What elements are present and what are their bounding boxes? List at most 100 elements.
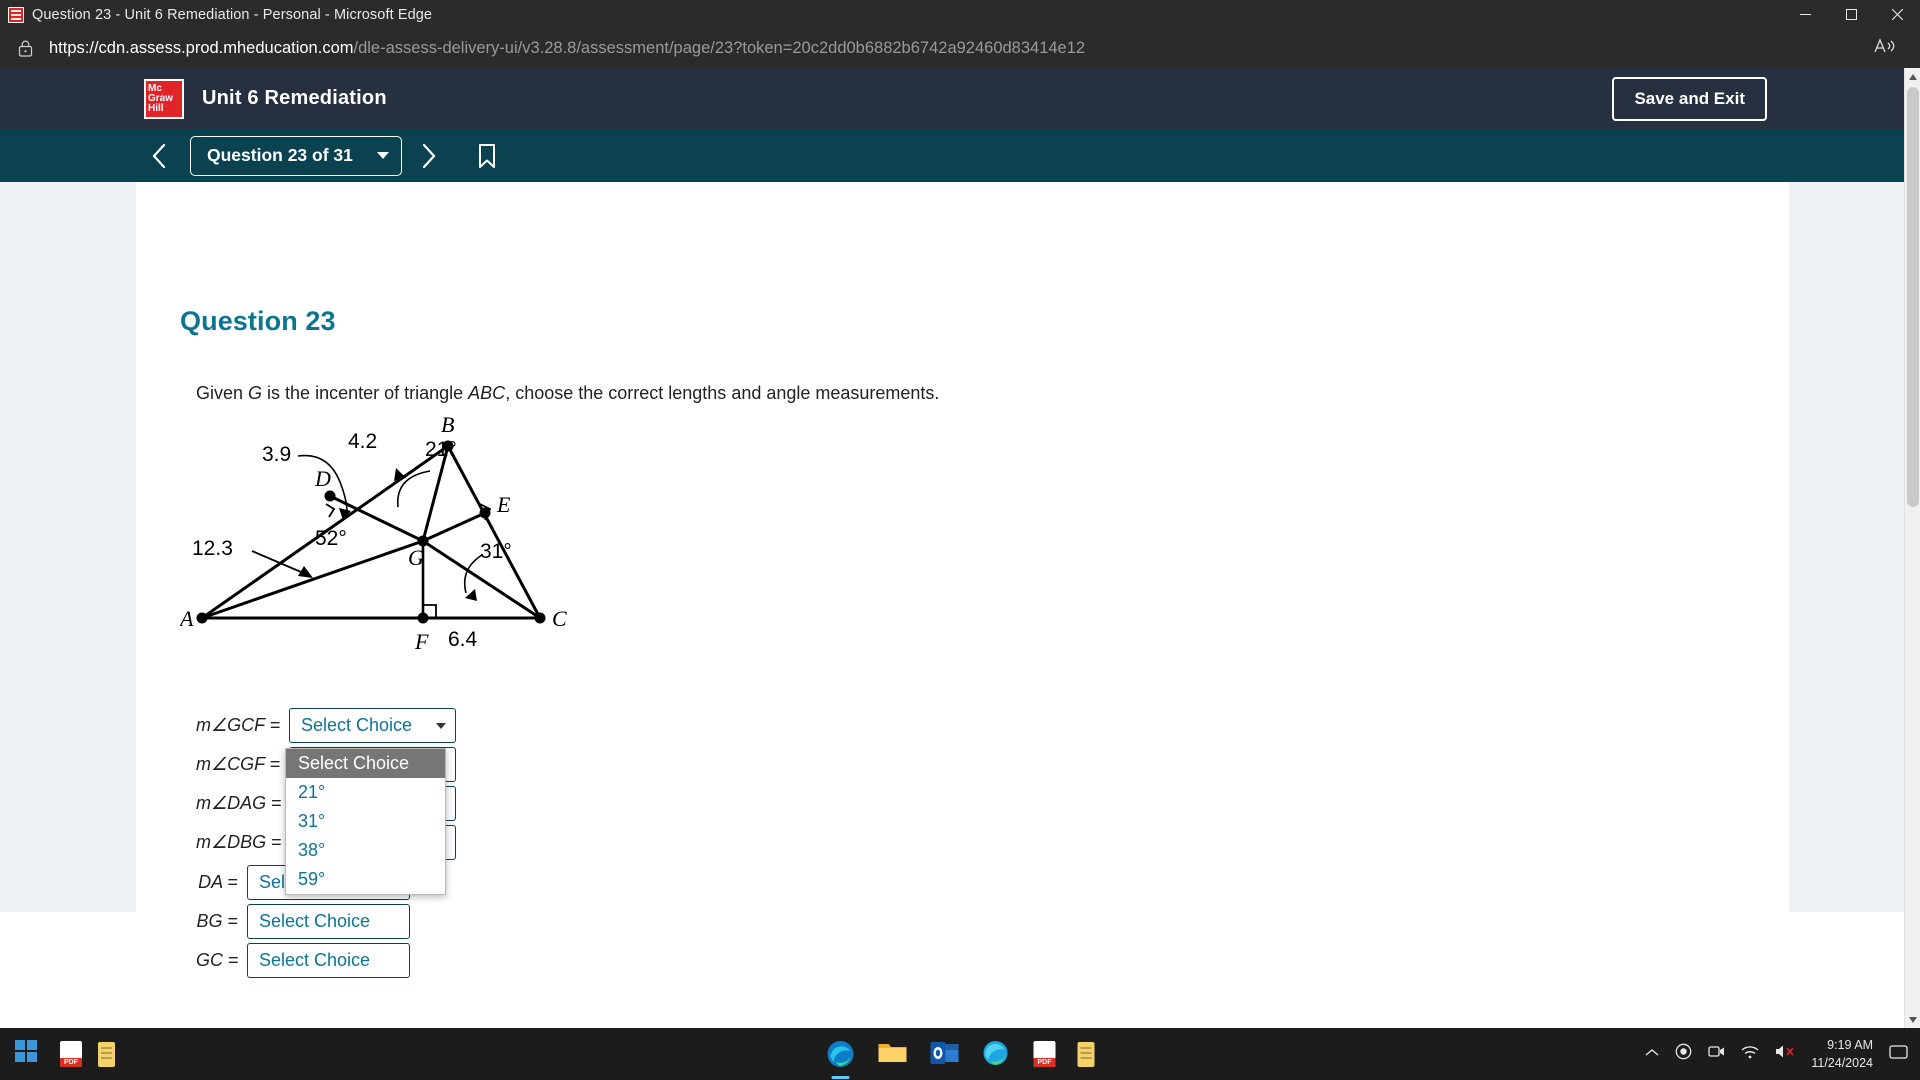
assessment-header: Mc Graw Hill Unit 6 Remediation Save and… bbox=[0, 68, 1904, 129]
select-bg[interactable]: Select Choice bbox=[247, 904, 410, 939]
prompt-var-abc: ABC bbox=[468, 383, 506, 403]
label-C: C bbox=[552, 606, 567, 631]
window-controls bbox=[1782, 0, 1920, 29]
pdf-file-icon-2[interactable] bbox=[1033, 1041, 1056, 1067]
tray-camera-icon[interactable] bbox=[1708, 1044, 1725, 1064]
mcgraw-hill-favicon-icon bbox=[8, 6, 24, 23]
open-dropdown-list[interactable]: Select Choice 21° 31° 38° 59° bbox=[285, 748, 446, 895]
dropdown-option-0[interactable]: Select Choice bbox=[286, 749, 445, 778]
file-explorer-icon[interactable] bbox=[878, 1039, 908, 1069]
question-navigation-bar: Question 23 of 31 bbox=[0, 129, 1904, 182]
clock-time: 9:19 AM bbox=[1827, 1037, 1873, 1052]
measure-31-deg: 31° bbox=[480, 540, 512, 563]
label-B: B bbox=[441, 412, 454, 437]
page-scrollbar[interactable] bbox=[1904, 68, 1920, 1028]
browser-title-bar: Question 23 - Unit 6 Remediation - Perso… bbox=[0, 0, 1920, 29]
dropdown-option-2[interactable]: 31° bbox=[286, 807, 445, 836]
edge-dev-icon[interactable] bbox=[982, 1039, 1012, 1069]
answer-label-bg: BG = bbox=[196, 911, 238, 931]
notes-file-icon[interactable] bbox=[98, 1041, 115, 1067]
question-selector-label: Question 23 of 31 bbox=[207, 145, 353, 165]
minimize-button[interactable] bbox=[1782, 0, 1828, 29]
geometry-diagram: A B C D E F G 3.9 4.2 12.3 52° 21° 31° 6… bbox=[178, 408, 620, 658]
dropdown-option-3[interactable]: 38° bbox=[286, 836, 445, 865]
measure-21-deg: 21° bbox=[425, 438, 457, 461]
chevron-down-icon bbox=[436, 722, 446, 729]
outlook-icon[interactable] bbox=[930, 1039, 960, 1069]
url-path: /dle-assess-delivery-ui/v3.28.8/assessme… bbox=[353, 39, 1086, 57]
browser-address-bar[interactable]: https://cdn.assess.prod.mheducation.com/… bbox=[0, 29, 1920, 68]
windows-taskbar: 9:19 AM 11/24/2024 bbox=[0, 1028, 1920, 1080]
read-aloud-icon[interactable] bbox=[1874, 38, 1898, 59]
measure-12-3: 12.3 bbox=[192, 537, 233, 560]
page-viewport: Mc Graw Hill Unit 6 Remediation Save and… bbox=[0, 68, 1920, 1028]
answer-row-gcf: m∠GCF = Select Choice bbox=[196, 706, 456, 745]
save-and-exit-button[interactable]: Save and Exit bbox=[1612, 76, 1767, 121]
label-D: D bbox=[314, 466, 331, 491]
logo-line-1: Mc bbox=[148, 82, 162, 94]
tray-volume-muted-icon[interactable] bbox=[1775, 1044, 1795, 1064]
next-question-button[interactable] bbox=[406, 136, 452, 176]
taskbar-left-group bbox=[14, 1039, 115, 1069]
select-m-angle-gcf[interactable]: Select Choice bbox=[289, 708, 456, 743]
measure-6-4: 6.4 bbox=[448, 628, 478, 651]
chevron-down-icon bbox=[376, 152, 389, 159]
browser-tab-title: Question 23 - Unit 6 Remediation - Perso… bbox=[32, 6, 433, 23]
tray-chevron-up-icon[interactable] bbox=[1645, 1045, 1659, 1063]
previous-question-button[interactable] bbox=[136, 136, 182, 176]
url-text[interactable]: https://cdn.assess.prod.mheducation.com/… bbox=[49, 39, 1085, 58]
start-button[interactable] bbox=[14, 1039, 44, 1069]
answer-label-gc: GC = bbox=[196, 950, 239, 970]
clock-date: 11/24/2024 bbox=[1811, 1056, 1873, 1070]
prompt-text-1: Given bbox=[196, 383, 249, 403]
triangle-abc-figure: A B C D E F G 3.9 4.2 12.3 52° 21° 31° 6… bbox=[178, 412, 567, 654]
dropdown-option-4[interactable]: 59° bbox=[286, 865, 445, 894]
maximize-button[interactable] bbox=[1828, 0, 1874, 29]
taskbar-clock[interactable]: 9:19 AM 11/24/2024 bbox=[1811, 1036, 1873, 1072]
bookmark-icon[interactable] bbox=[470, 139, 504, 173]
taskbar-app-group bbox=[826, 1039, 1095, 1069]
scroll-up-arrow-icon[interactable] bbox=[1905, 68, 1920, 85]
select-value-gcf: Select Choice bbox=[301, 715, 413, 735]
label-A: A bbox=[180, 606, 194, 631]
label-E: E bbox=[496, 492, 511, 517]
prompt-var-g: G bbox=[248, 383, 263, 403]
tray-record-icon[interactable] bbox=[1675, 1043, 1692, 1065]
question-selector-dropdown[interactable]: Question 23 of 31 bbox=[190, 135, 402, 176]
scrollbar-thumb[interactable] bbox=[1907, 87, 1919, 507]
select-value-gc: Select Choice bbox=[259, 950, 371, 970]
logo-line-3: Hill bbox=[148, 102, 164, 114]
system-tray: 9:19 AM 11/24/2024 bbox=[1645, 1036, 1908, 1072]
pdf-file-icon[interactable] bbox=[60, 1041, 82, 1067]
question-prompt: Given G is the incenter of triangle ABC,… bbox=[196, 381, 939, 406]
assessment-title: Unit 6 Remediation bbox=[202, 87, 387, 109]
label-F: F bbox=[414, 629, 429, 654]
microsoft-edge-icon[interactable] bbox=[826, 1039, 856, 1069]
select-value-bg: Select Choice bbox=[259, 911, 371, 931]
answer-label-dag: m∠DAG = bbox=[196, 793, 282, 813]
answer-row-bg: BG = Select Choice bbox=[196, 902, 410, 941]
logo-line-2: Graw bbox=[148, 92, 174, 104]
close-button[interactable] bbox=[1874, 0, 1920, 29]
answer-row-gc: GC = Select Choice bbox=[196, 941, 410, 980]
answer-label-dbg: m∠DBG = bbox=[196, 832, 282, 852]
mcgraw-hill-logo-icon: Mc Graw Hill bbox=[144, 78, 184, 119]
answer-label-da: DA = bbox=[198, 872, 238, 892]
url-host: https://cdn.assess.prod.mheducation.com bbox=[49, 39, 354, 57]
prompt-text-2: is the incenter of triangle bbox=[262, 383, 469, 403]
page-title: Question 23 bbox=[180, 306, 336, 336]
tray-wifi-icon[interactable] bbox=[1741, 1045, 1759, 1064]
measure-3-9: 3.9 bbox=[262, 443, 291, 466]
scroll-down-arrow-icon[interactable] bbox=[1905, 1011, 1920, 1028]
answer-label-cgf: m∠CGF = bbox=[196, 754, 281, 774]
answer-label-gcf: m∠GCF = bbox=[196, 715, 281, 735]
measure-52-deg: 52° bbox=[315, 527, 347, 550]
site-permissions-lock-icon[interactable] bbox=[18, 40, 33, 57]
dropdown-option-1[interactable]: 21° bbox=[286, 778, 445, 807]
label-G: G bbox=[408, 545, 424, 570]
notes-file-icon-2[interactable] bbox=[1077, 1041, 1095, 1067]
measure-4-2: 4.2 bbox=[348, 430, 377, 453]
select-gc[interactable]: Select Choice bbox=[247, 943, 410, 978]
notification-center-icon[interactable] bbox=[1889, 1044, 1908, 1065]
prompt-text-3: , choose the correct lengths and angle m… bbox=[505, 383, 940, 403]
